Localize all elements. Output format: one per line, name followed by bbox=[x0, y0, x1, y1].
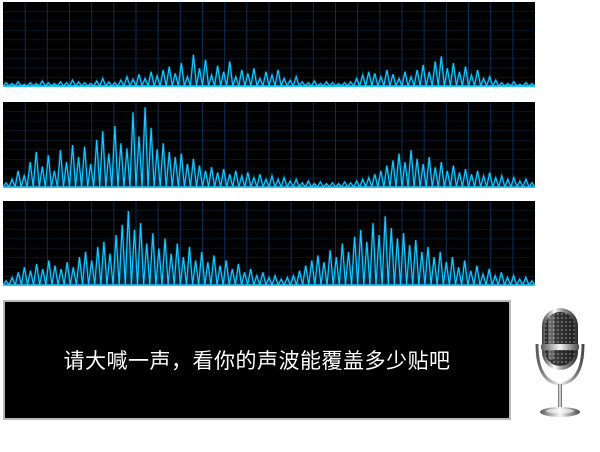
waveform-panel-1 bbox=[3, 2, 535, 87]
waveform-panel-2 bbox=[3, 102, 535, 188]
prompt-text: 请大喊一声，看你的声波能覆盖多少贴吧 bbox=[63, 349, 451, 373]
microphone-icon[interactable] bbox=[528, 304, 600, 422]
waveform-panel-3 bbox=[3, 201, 535, 286]
prompt-box: 请大喊一声，看你的声波能覆盖多少贴吧 bbox=[3, 300, 511, 420]
waveform-2 bbox=[3, 102, 535, 188]
waveform-1 bbox=[3, 2, 535, 87]
waveform-3 bbox=[3, 201, 535, 286]
